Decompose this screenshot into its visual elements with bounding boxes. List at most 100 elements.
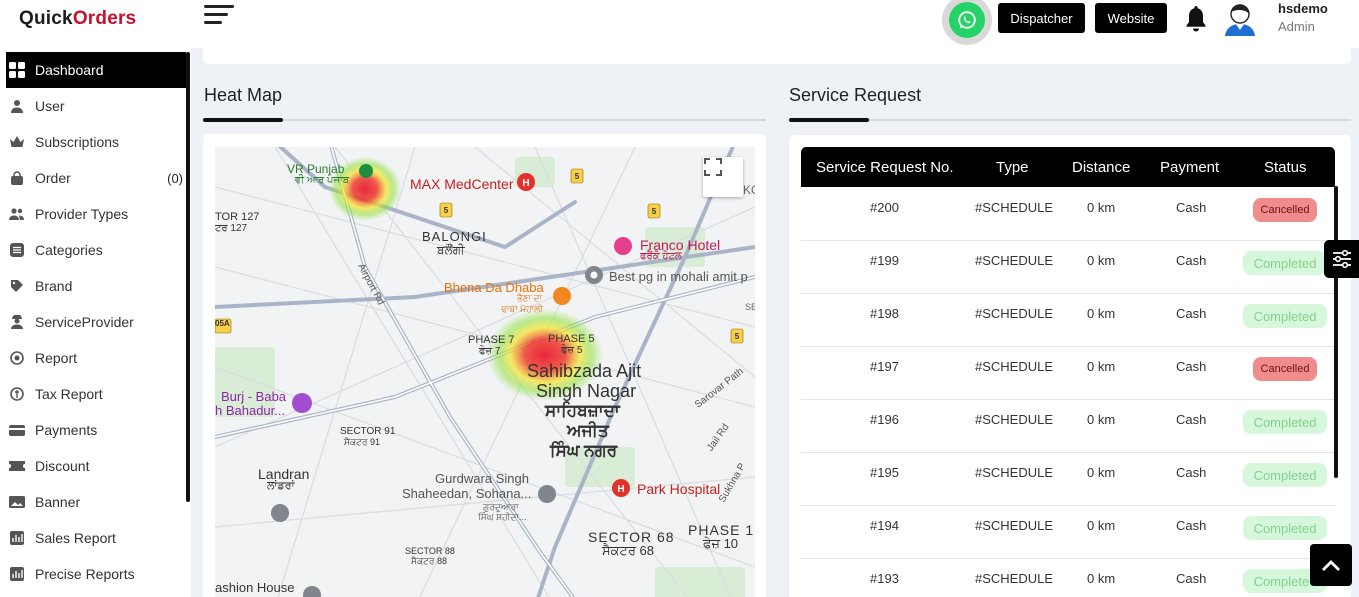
cell-distance: 0 km: [1087, 200, 1116, 215]
map-label-bhena-pa1: ਭੈਣਾ ਦਾ: [517, 293, 542, 303]
sidebar-item-order[interactable]: Order (0): [6, 160, 186, 196]
map-label-route-05a: 05A: [215, 319, 230, 328]
bag-icon: [9, 170, 25, 186]
status-badge: Completed: [1243, 410, 1327, 434]
chart-icon: [9, 530, 25, 546]
ticket-icon: [9, 458, 25, 474]
cell-no: #197: [870, 359, 899, 374]
avatar[interactable]: [1221, 0, 1259, 36]
cell-no: #195: [870, 465, 899, 480]
cell-type: #SCHEDULE: [975, 571, 1054, 586]
top-card: [203, 48, 1351, 64]
cell-type: #SCHEDULE: [975, 465, 1054, 480]
menu-toggle-icon[interactable]: [204, 5, 234, 29]
cell-type: #SCHEDULE: [975, 359, 1054, 374]
svg-text:H: H: [522, 178, 529, 189]
cell-payment: Cash: [1176, 571, 1207, 586]
status-badge: Completed: [1243, 463, 1327, 487]
table-row[interactable]: #200 #SCHEDULE 0 km Cash Cancelled: [801, 188, 1335, 241]
sidebar-item-discount[interactable]: Discount: [6, 448, 186, 484]
table-scrollbar[interactable]: [1334, 186, 1338, 478]
sidebar-item-label: Payments: [35, 422, 98, 438]
cell-payment: Cash: [1176, 412, 1207, 427]
top-header: Dispatcher Website hsdemo Admin: [191, 0, 1359, 48]
cell-type: #SCHEDULE: [975, 253, 1054, 268]
sidebar-item-label: Discount: [35, 458, 90, 474]
status-badge: Cancelled: [1253, 357, 1317, 381]
sidebar-item-banner[interactable]: Banner: [6, 484, 186, 520]
table-row[interactable]: #198 #SCHEDULE 0 km Cash Completed: [801, 294, 1335, 347]
sidebar-item-label: Subscriptions: [35, 134, 120, 150]
sidebar-item-sales-report[interactable]: Sales Report: [6, 520, 186, 556]
table-row[interactable]: #196 #SCHEDULE 0 km Cash Completed: [801, 400, 1335, 453]
cell-type: #SCHEDULE: [975, 306, 1054, 321]
col-status[interactable]: Status: [1264, 159, 1307, 176]
col-distance[interactable]: Distance: [1072, 159, 1130, 176]
image-icon: [9, 494, 25, 510]
filter-settings-button[interactable]: [1324, 240, 1359, 278]
service-request-title-underline: [789, 118, 869, 122]
sidebar-item-label: Precise Reports: [35, 566, 135, 582]
sidebar-item-label: Banner: [35, 494, 81, 510]
table-row[interactable]: #197 #SCHEDULE 0 km Cash Cancelled: [801, 347, 1335, 400]
user-role: Admin: [1278, 19, 1315, 34]
scroll-to-top-button[interactable]: [1310, 544, 1352, 586]
sidebar-item-dashboard[interactable]: Dashboard: [6, 52, 186, 88]
card-icon: [9, 422, 25, 438]
sidebar-item-report[interactable]: Report: [6, 340, 186, 376]
dispatcher-button[interactable]: Dispatcher: [998, 3, 1085, 33]
sidebar-item-serviceprovider[interactable]: ServiceProvider: [6, 304, 186, 340]
heatmap-divider: [203, 119, 766, 121]
status-badge: Cancelled: [1253, 198, 1317, 222]
map-label-sas-pa1: ਸਾਹਿਬਜ਼ਾਦਾ: [545, 401, 620, 420]
svg-text:5: 5: [444, 206, 449, 215]
cell-no: #198: [870, 306, 899, 321]
table-row[interactable]: #199 #SCHEDULE 0 km Cash Completed: [801, 241, 1335, 294]
user-name: hsdemo: [1278, 1, 1328, 16]
whatsapp-button[interactable]: [942, 0, 992, 45]
map-label-sector91: SECTOR 91: [340, 426, 396, 437]
table-row[interactable]: #193 #SCHEDULE 0 km Cash Completed: [801, 559, 1335, 597]
website-button[interactable]: Website: [1095, 3, 1167, 33]
list-icon: [9, 242, 25, 258]
app-logo[interactable]: QuickOrders: [19, 8, 136, 30]
heat-map[interactable]: H H 5 5 5 5 VR Punjab ਵੀ ਆਰ ਪੰਜਾਬ MAX Me…: [215, 147, 755, 597]
col-type[interactable]: Type: [996, 159, 1029, 176]
sidebar-item-label: Categories: [35, 242, 103, 258]
svg-text:5: 5: [735, 332, 740, 341]
sidebar-item-tax-report[interactable]: Tax Report: [6, 376, 186, 412]
service-request-divider: [789, 119, 1351, 121]
fullscreen-button[interactable]: [703, 157, 743, 197]
bell-icon[interactable]: [1182, 3, 1210, 33]
sidebar-scrollbar[interactable]: [186, 52, 190, 502]
tag-icon: [9, 278, 25, 294]
cell-payment: Cash: [1176, 359, 1207, 374]
cell-distance: 0 km: [1087, 518, 1116, 533]
map-label-gurdwara1: Gurdwara Singh: [435, 471, 529, 486]
crown-icon: [9, 134, 25, 150]
table-row[interactable]: #194 #SCHEDULE 0 km Cash Completed: [801, 506, 1335, 559]
chevron-up-icon: [1322, 560, 1340, 571]
sidebar-item-provider-types[interactable]: Provider Types: [6, 196, 186, 232]
sidebar-item-categories[interactable]: Categories: [6, 232, 186, 268]
fullscreen-icon: [704, 158, 722, 176]
col-payment[interactable]: Payment: [1160, 159, 1219, 176]
sidebar-item-user[interactable]: User: [6, 88, 186, 124]
cell-no: #194: [870, 518, 899, 533]
map-label-sector91-pa: ਸੈਕਟਰ 91: [344, 437, 380, 447]
sliders-icon: [1332, 249, 1351, 269]
table-row[interactable]: #195 #SCHEDULE 0 km Cash Completed: [801, 453, 1335, 506]
sidebar-item-brand[interactable]: Brand: [6, 268, 186, 304]
sidebar-menu: Dashboard User Subscriptions Order (0) Provid…: [6, 52, 186, 592]
heatmap-title-underline: [203, 118, 283, 122]
sidebar-item-label: Provider Types: [35, 206, 129, 222]
col-request-no[interactable]: Service Request No.: [816, 159, 954, 176]
cell-distance: 0 km: [1087, 465, 1116, 480]
map-label-sas1: Sahibzada Ajit: [527, 361, 642, 381]
tax-icon: [9, 386, 25, 402]
sidebar-item-subscriptions[interactable]: Subscriptions: [6, 124, 186, 160]
heatmap-title: Heat Map: [204, 85, 283, 105]
sidebar-item-precise-reports[interactable]: Precise Reports: [6, 556, 186, 592]
sidebar-item-payments[interactable]: Payments: [6, 412, 186, 448]
chart-icon: [9, 566, 25, 582]
